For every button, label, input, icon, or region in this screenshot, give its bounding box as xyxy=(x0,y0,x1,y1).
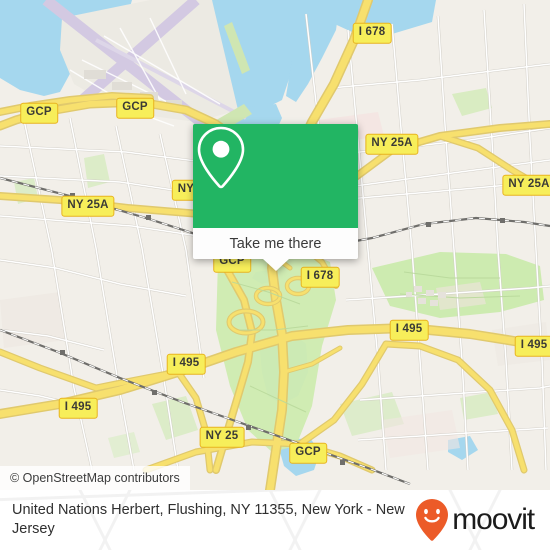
take-me-there-label: Take me there xyxy=(229,235,322,252)
screenshot-root: GCP GCP I 678 NY 25A NY 25A NY 25A NY GC… xyxy=(0,0,550,550)
place-title: United Nations Herbert, Flushing, NY 113… xyxy=(12,502,405,537)
moovit-pin-smiley-icon xyxy=(416,499,449,541)
shield-ny25a-3: NY 25A xyxy=(61,195,115,217)
shield-i678-1: I 678 xyxy=(352,22,392,44)
attribution-text: © OpenStreetMap contributors xyxy=(10,471,180,485)
footer-bar: United Nations Herbert, Flushing, NY 113… xyxy=(0,490,550,550)
popup-image-area xyxy=(193,124,358,228)
popup-pointer-tail xyxy=(262,259,289,271)
moovit-wordmark: moovit xyxy=(452,503,535,536)
take-me-there-button[interactable]: Take me there xyxy=(193,228,358,259)
landuse-residential-1 xyxy=(0,292,66,348)
shield-i495-3: I 495 xyxy=(166,353,206,375)
shield-ny25-1: NY 25 xyxy=(199,426,245,448)
map-canvas[interactable]: GCP GCP I 678 NY 25A NY 25A NY 25A NY GC… xyxy=(0,0,550,490)
shield-ny25a-1: NY 25A xyxy=(365,133,419,155)
location-popup-card[interactable]: Take me there xyxy=(193,124,358,271)
shield-i495-4: I 495 xyxy=(58,397,98,419)
shield-i678-2: I 678 xyxy=(300,266,340,288)
shield-gcp-1: GCP xyxy=(20,102,58,124)
moovit-logo[interactable]: moovit xyxy=(415,498,538,542)
shield-gcp-4: GCP xyxy=(289,442,327,464)
osm-attribution[interactable]: © OpenStreetMap contributors xyxy=(0,466,190,490)
shield-i495-2: I 495 xyxy=(514,335,550,357)
shield-i495-1: I 495 xyxy=(389,319,429,341)
map-pin-icon xyxy=(197,126,245,189)
shield-gcp-2: GCP xyxy=(116,97,154,119)
shield-ny25a-2: NY 25A xyxy=(502,174,550,196)
